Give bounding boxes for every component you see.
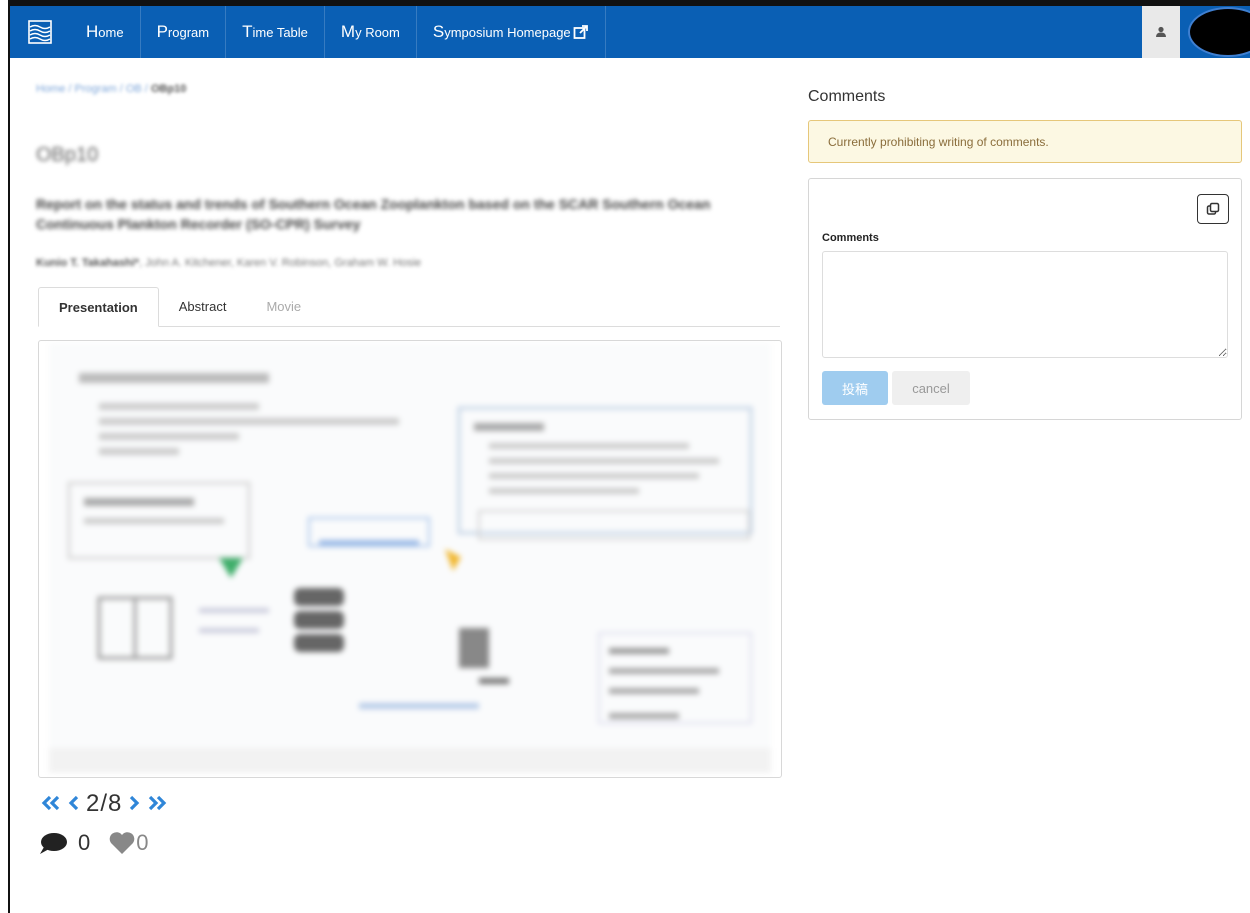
author-list: Kunio T. Takahashi*, John A. Kitchener, … [36,257,776,269]
comment-bubble-icon [40,833,67,854]
site-logo[interactable] [10,6,70,58]
nav-program[interactable]: Program [141,6,227,58]
page-separator: / [100,790,109,817]
current-page: 2 [86,790,101,817]
paper-title: Report on the status and trends of South… [36,196,711,232]
comments-heading: Comments [808,88,886,105]
tab-presentation[interactable]: Presentation [38,287,159,327]
tab-abstract[interactable]: Abstract [159,287,247,326]
content-tabs: Presentation Abstract Movie [38,287,780,327]
heart-icon [109,832,135,854]
wave-logo-icon [28,20,52,44]
presenting-author: Kunio T. Takahashi* [36,257,140,269]
copy-icon [1206,202,1220,215]
avatar-redacted-image [1188,7,1250,57]
user-icon [1156,26,1166,37]
coauthors: , John A. Kitchener, Karen V. Robinson, … [139,257,422,269]
top-navbar: Home Program Time Table My Room Symposiu… [10,6,1250,58]
user-menu-button[interactable] [1142,6,1180,58]
slide-image [49,343,771,773]
submit-comment-button[interactable]: 投稿 [822,371,888,405]
copy-button[interactable] [1197,194,1229,224]
double-chevron-right-icon [149,795,167,811]
nav-symposium-homepage[interactable]: Symposium Homepage [417,6,606,58]
page-indicator: 2/8 [86,790,122,818]
engagement-stats: 0 0 [38,830,149,856]
next-page-button[interactable] [128,792,140,816]
comment-textarea[interactable] [822,251,1228,358]
slide-viewer[interactable] [38,340,782,778]
last-page-button[interactable] [146,792,168,816]
external-link-icon [573,25,588,39]
nav-my-room[interactable]: My Room [325,6,417,58]
first-page-button[interactable] [40,792,62,816]
comment-field-label: Comments [822,232,879,244]
comments-disabled-alert: Currently prohibiting writing of comment… [808,120,1242,163]
total-pages: 8 [108,790,123,817]
like-button[interactable] [108,831,136,855]
comment-form-panel: Comments 投稿 cancel [808,178,1242,420]
page-title: OBp10 [36,144,99,166]
nav-user-area [1142,6,1250,58]
like-count: 0 [136,830,149,855]
nav-home[interactable]: Home [70,6,141,58]
breadcrumb-current: OBp10 [150,83,187,95]
breadcrumb: Home / Program / OB / OBp10 [36,83,186,95]
prev-page-button[interactable] [68,792,80,816]
cancel-button[interactable]: cancel [892,371,970,405]
nav-time-table[interactable]: Time Table [226,6,325,58]
avatar[interactable] [1180,6,1250,58]
window-frame-left [8,0,10,913]
double-chevron-left-icon [41,795,60,811]
comment-count: 0 [78,830,91,855]
breadcrumb-path[interactable]: Home / Program / OB / [36,83,148,95]
chevron-left-icon [68,795,79,811]
tab-movie[interactable]: Movie [246,287,321,326]
slide-pager: 2/8 [40,790,168,818]
chevron-right-icon [130,795,140,811]
